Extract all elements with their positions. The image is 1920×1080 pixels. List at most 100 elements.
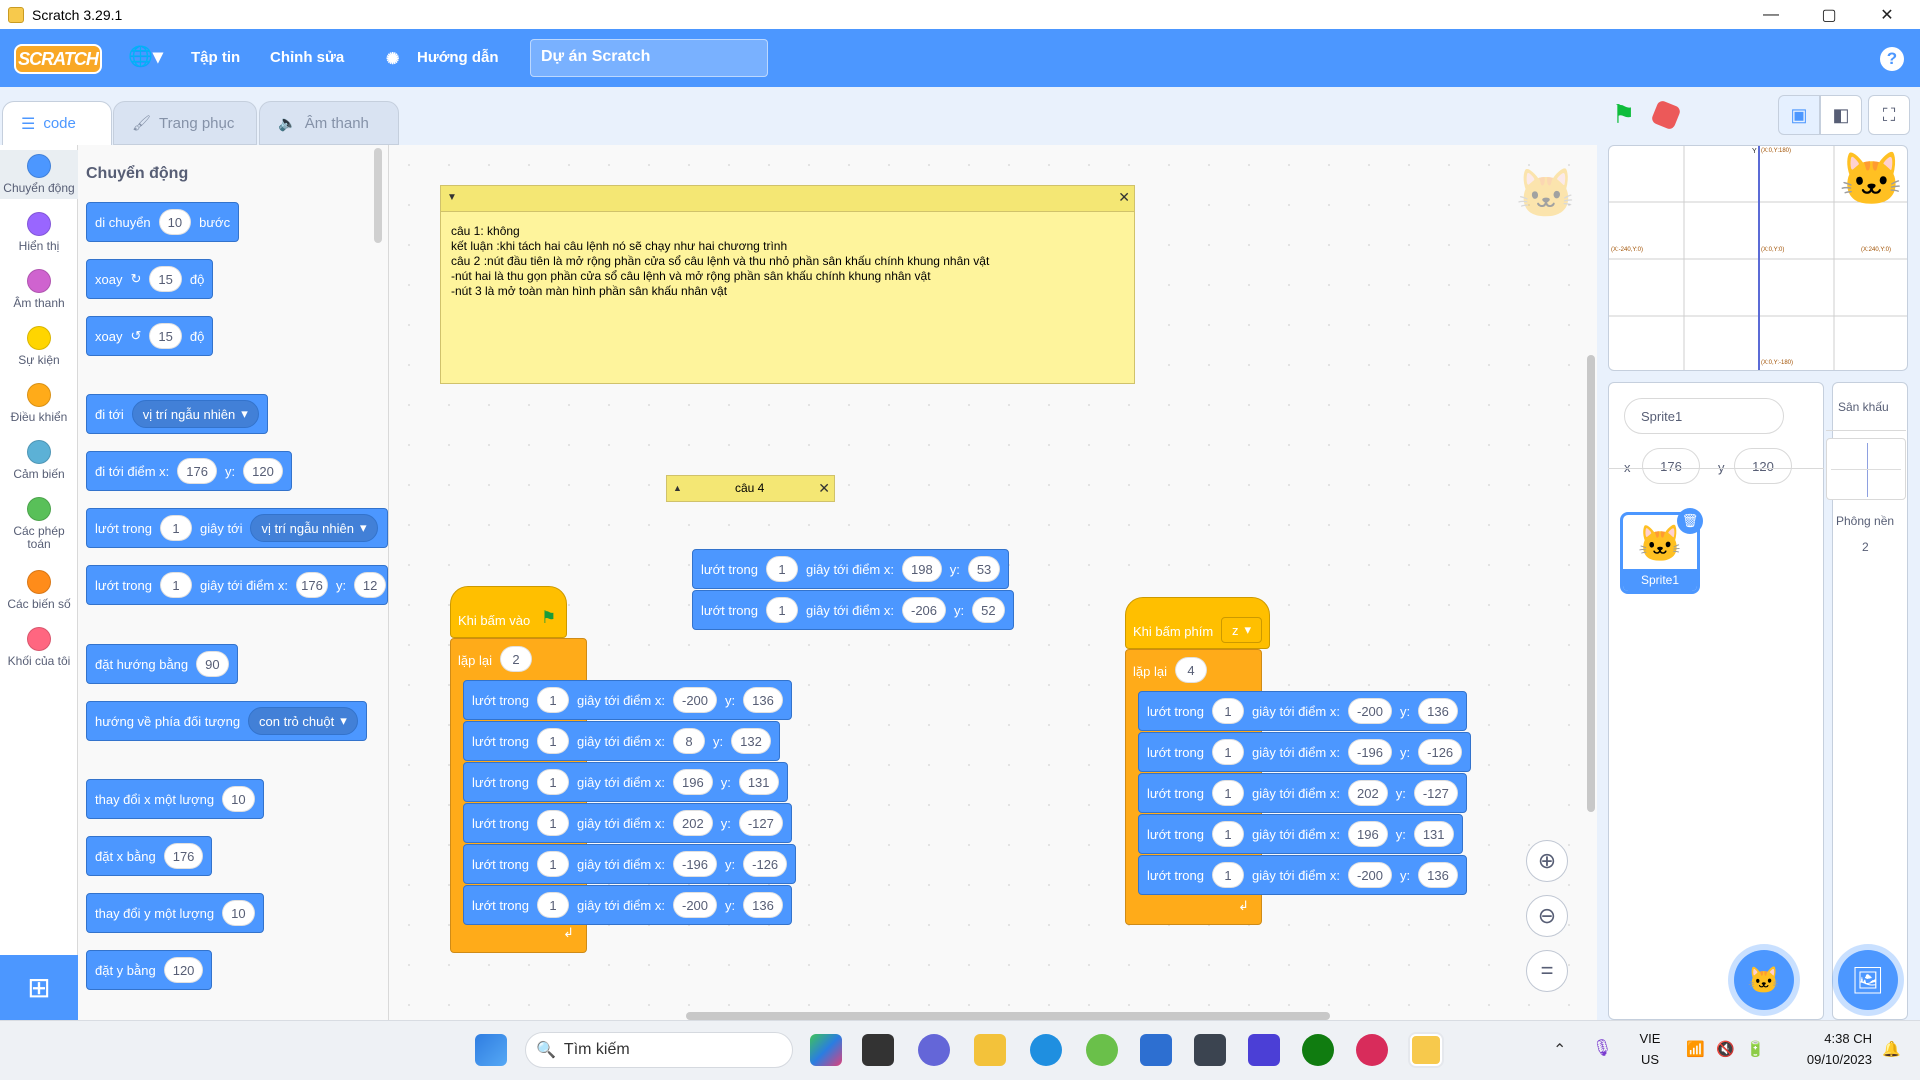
block-move-steps[interactable]: di chuyển 10 bước [86, 202, 240, 242]
app-icon-dark[interactable] [1194, 1034, 1226, 1066]
glide-to-xy-block[interactable]: lướt trong 1 giây tới điểm x: 202 y: -127 [463, 803, 792, 843]
battery-icon[interactable]: 🔋 [1746, 1040, 1765, 1058]
category-1[interactable]: Hiển thị [0, 208, 78, 257]
block-set-y[interactable]: đặt y bằng 120 [86, 950, 213, 990]
help-button[interactable]: ? [1880, 47, 1904, 71]
comment-note-collapsed[interactable]: ▲ câu 4 ✕ [666, 475, 835, 502]
glide-to-xy-block[interactable]: lướt trong 1 giây tới điểm x: 202 y: -127 [1138, 773, 1467, 813]
maximize-button[interactable]: ▢ [1806, 0, 1852, 29]
x-input[interactable]: 202 [672, 810, 713, 836]
x-input[interactable]: 176 [177, 458, 217, 484]
block-point-towards[interactable]: hướng về phía đối tượng con trỏ chuột ▾ [86, 701, 367, 741]
input-region[interactable]: US [1630, 1052, 1670, 1067]
block-set-x[interactable]: đặt x bằng 176 [86, 836, 213, 876]
wifi-icon[interactable]: 📶 [1686, 1040, 1705, 1058]
zoom-in-button[interactable]: ⊕ [1526, 840, 1568, 882]
block-turn-right[interactable]: xoay ↻ 15 độ [86, 259, 214, 299]
x-input[interactable]: 176 [163, 843, 204, 869]
glide-to-xy-block[interactable]: lướt trong 1 giây tới điểm x: 198 y: 53 [692, 549, 1010, 589]
add-sprite-button[interactable]: 🐱 [1734, 950, 1794, 1010]
workspace-hscrollbar[interactable] [686, 1012, 1330, 1020]
glide-dropdown[interactable]: vị trí ngẫu nhiên ▾ [250, 514, 378, 542]
sprite-name-input[interactable]: Sprite1 [1624, 398, 1784, 434]
secs-input[interactable]: 1 [536, 687, 569, 713]
y-input[interactable]: 52 [972, 597, 1005, 623]
secs-input[interactable]: 1 [765, 556, 798, 582]
dy-input[interactable]: 10 [222, 900, 255, 926]
zoom-out-button[interactable]: ⊖ [1526, 895, 1568, 937]
secs-input[interactable]: 1 [536, 728, 569, 754]
taskbar-search[interactable]: 🔍 Tìm kiếm [525, 1032, 793, 1068]
copilot-icon[interactable] [810, 1034, 842, 1066]
expand-icon[interactable]: ▲ [673, 483, 682, 493]
secs-input[interactable]: 1 [765, 597, 798, 623]
block-change-x[interactable]: thay đổi x một lượng 10 [86, 779, 264, 819]
glide-to-xy-block[interactable]: lướt trong 1 giây tới điểm x: -200 y: 136 [1138, 691, 1467, 731]
add-backdrop-button[interactable]: 🖼 [1838, 950, 1898, 1010]
y-input[interactable]: 120 [163, 957, 204, 983]
microphone-icon[interactable]: 🎙 [1592, 1038, 1612, 1058]
x-input[interactable]: 176 [295, 572, 328, 598]
secs-input[interactable]: 1 [536, 851, 569, 877]
glide-to-xy-block[interactable]: lướt trong 1 giây tới điểm x: 8 y: 132 [463, 721, 780, 761]
x-input[interactable]: -196 [1347, 739, 1393, 765]
x-input[interactable]: -200 [672, 687, 718, 713]
zoom-reset-button[interactable]: = [1526, 950, 1568, 992]
stage-canvas[interactable]: (X:0,Y:180) Y (X:-240,Y:0) (X:0,Y:0) (X:… [1608, 145, 1908, 371]
xbox-icon[interactable] [1302, 1034, 1334, 1066]
y-input[interactable]: 136 [743, 892, 783, 918]
close-icon[interactable]: ✕ [1118, 189, 1130, 206]
x-input[interactable]: -200 [1347, 698, 1393, 724]
comment-text[interactable]: câu 1: không kết luận :khi tách hai câu … [441, 212, 1134, 311]
repeat-count-input[interactable]: 4 [1175, 657, 1207, 683]
degrees-input[interactable]: 15 [149, 323, 182, 349]
y-input[interactable]: 136 [743, 687, 783, 713]
y-input[interactable]: 136 [1418, 698, 1458, 724]
block-glide-to[interactable]: lướt trong 1 giây tới vị trí ngẫu nhiên ▾ [86, 508, 388, 548]
y-input[interactable]: -127 [738, 810, 783, 836]
secs-input[interactable]: 1 [1211, 780, 1244, 806]
backdrop-thumbnail[interactable] [1826, 438, 1906, 500]
glide-to-xy-block[interactable]: lướt trong 1 giây tới điểm x: -200 y: 136 [463, 680, 792, 720]
small-stage-button[interactable]: ▣ [1778, 95, 1820, 135]
when-key-pressed-hat[interactable]: Khi bấm phím z ▾ [1125, 597, 1270, 649]
x-input[interactable]: 196 [672, 769, 713, 795]
x-input[interactable]: 198 [901, 556, 942, 582]
steps-input[interactable]: 10 [158, 209, 192, 235]
secs-input[interactable]: 1 [1211, 698, 1244, 724]
file-menu[interactable]: Tập tin [191, 49, 240, 66]
y-input[interactable]: 136 [1418, 862, 1458, 888]
scratch-cat-sprite[interactable]: 🐱 [1839, 150, 1904, 210]
sprite-x-input[interactable]: 176 [1642, 448, 1700, 484]
towards-dropdown[interactable]: con trỏ chuột ▾ [248, 707, 358, 735]
secs-input[interactable]: 1 [1211, 821, 1244, 847]
x-input[interactable]: 196 [1347, 821, 1388, 847]
secs-input[interactable]: 1 [1211, 739, 1244, 765]
clock-time[interactable]: 4:38 CH [1782, 1031, 1872, 1046]
x-input[interactable]: -196 [672, 851, 718, 877]
x-input[interactable]: 8 [672, 728, 705, 754]
block-change-y[interactable]: thay đổi y một lượng 10 [86, 893, 264, 933]
direction-input[interactable]: 90 [196, 651, 229, 677]
stop-button[interactable] [1650, 99, 1682, 131]
tutorials-menu[interactable]: Hướng dẫn [417, 49, 499, 66]
clock-date[interactable]: 09/10/2023 [1782, 1052, 1872, 1067]
notification-bell-icon[interactable]: 🔔 [1882, 1040, 1901, 1058]
minimize-button[interactable]: — [1748, 0, 1794, 29]
tab-code[interactable]: ☰ code [2, 101, 112, 145]
category-8[interactable]: Khối của tôi [0, 623, 78, 672]
secs-input[interactable]: 1 [1211, 862, 1244, 888]
y-input[interactable]: -126 [1418, 739, 1463, 765]
category-5[interactable]: Cảm biến [0, 436, 78, 485]
y-input[interactable]: 120 [243, 458, 283, 484]
comment-header[interactable]: ▼ ✕ [441, 186, 1134, 212]
edit-menu[interactable]: Chỉnh sửa [270, 49, 344, 66]
x-input[interactable]: 202 [1347, 780, 1388, 806]
input-language[interactable]: VIE [1630, 1031, 1670, 1046]
project-title-input[interactable]: Dự án Scratch [530, 39, 768, 77]
degrees-input[interactable]: 15 [149, 266, 182, 292]
y-input[interactable]: 131 [1413, 821, 1454, 847]
palette-scrollbar[interactable] [374, 148, 382, 243]
large-stage-button[interactable]: ◧ [1820, 95, 1862, 135]
green-flag-button[interactable]: ⚑ [1612, 100, 1640, 128]
